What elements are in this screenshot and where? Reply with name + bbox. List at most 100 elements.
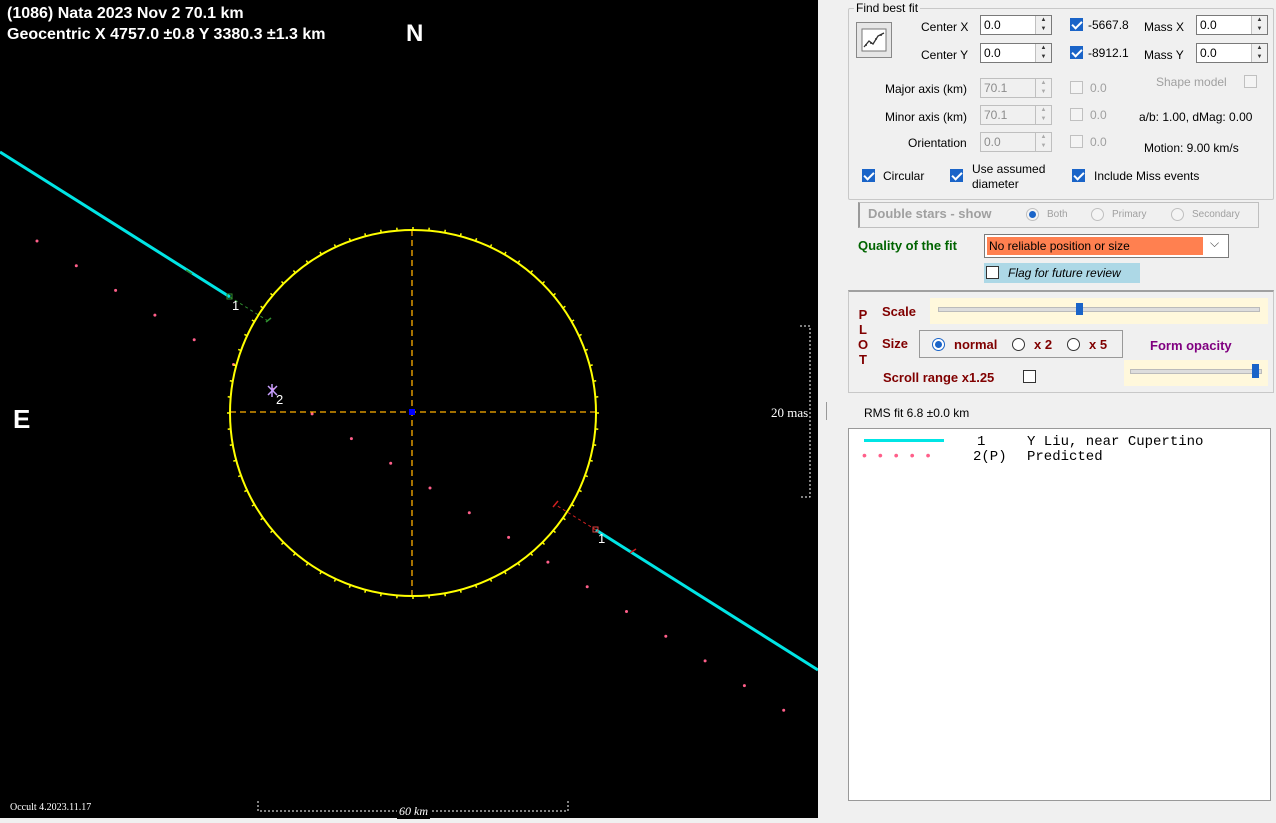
occultation-plot[interactable]: (1086) Nata 2023 Nov 2 70.1 km Geocentri… [0, 0, 818, 819]
profile-tick [305, 562, 309, 566]
quality-label: Quality of the fit [858, 238, 957, 253]
mass-x-value: 0.0 [1200, 18, 1217, 32]
predicted-dot [428, 486, 432, 490]
center-y-value: 0.0 [984, 46, 1001, 60]
east-label: E [13, 404, 31, 434]
mass-y-input[interactable]: 0.0 ▲ ▼ [1196, 43, 1268, 63]
orientation-label: Orientation [908, 136, 967, 150]
size-normal-label: normal [954, 337, 998, 352]
fix-major-checkbox[interactable] [1070, 81, 1083, 94]
major-axis-input[interactable]: 70.1 ▲ ▼ [980, 78, 1052, 98]
mass-x-input[interactable]: 0.0 ▲ ▼ [1196, 15, 1268, 35]
profile-tick [584, 474, 589, 478]
plot-letter-p: P [858, 307, 868, 322]
chord-2-label: 2 [276, 392, 284, 407]
form-opacity-label: Form opacity [1150, 338, 1232, 353]
predicted-dot [114, 288, 118, 292]
profile-tick [364, 233, 367, 237]
predicted-dot [467, 511, 471, 515]
circular-checkbox[interactable] [862, 169, 875, 182]
form-opacity-slider[interactable] [1124, 360, 1268, 386]
orientation-input[interactable]: 0.0 ▲ ▼ [980, 132, 1052, 152]
shape-model-checkbox[interactable] [1244, 75, 1257, 88]
scale-km-label: 60 km [397, 804, 430, 819]
major-axis-spinner[interactable]: ▲ ▼ [1035, 79, 1051, 97]
profile-tick [562, 305, 566, 309]
profile-tick [260, 305, 264, 309]
scale-slider[interactable] [930, 298, 1268, 324]
profile-tick [260, 517, 264, 521]
scale-slider-thumb[interactable] [1076, 303, 1083, 315]
size-x5-radio[interactable] [1067, 338, 1080, 351]
include-miss-label: Include Miss events [1094, 169, 1200, 183]
center-y-spinner[interactable]: ▲ ▼ [1035, 44, 1051, 62]
double-secondary-radio[interactable] [1171, 208, 1184, 221]
legend-name-1: Y Liu, near Cupertino [1027, 434, 1204, 450]
quality-select[interactable]: No reliable position or size ⌵ [984, 234, 1229, 258]
orientation-spinner[interactable]: ▲ ▼ [1035, 133, 1051, 151]
size-x5-label: x 5 [1089, 337, 1108, 352]
profile-tick [530, 270, 534, 274]
minor-axis-input[interactable]: 70.1 ▲ ▼ [980, 105, 1052, 125]
fix-center-y-checkbox[interactable] [1070, 46, 1083, 59]
splitter-handle[interactable] [826, 402, 827, 420]
predicted-dot [507, 535, 511, 539]
plot-vertical-label: P L O T [856, 307, 870, 367]
plot-letter-l: L [859, 322, 867, 337]
profile-tick [229, 444, 233, 447]
profile-tick [444, 229, 447, 233]
predicted-dot [664, 634, 668, 638]
version-label: Occult 4.2023.11.17 [10, 802, 92, 813]
profile-tick [237, 474, 242, 478]
profile-tick [292, 552, 296, 556]
flag-review-checkbox[interactable] [986, 266, 999, 279]
center-x-value: 0.0 [984, 18, 1001, 32]
legend-line-observed [864, 439, 944, 442]
fix-center-x-checkbox[interactable] [1070, 18, 1083, 31]
fix-orientation-checkbox[interactable] [1070, 135, 1083, 148]
use-assumed-line1: Use assumed [972, 162, 1046, 176]
profile-tick [379, 593, 382, 597]
use-assumed-diameter-checkbox[interactable] [950, 169, 963, 182]
circular-label: Circular [883, 169, 925, 183]
predicted-path [35, 239, 786, 712]
minor-axis-spinner[interactable]: ▲ ▼ [1035, 106, 1051, 124]
mass-x-spinner[interactable]: ▲ ▼ [1251, 16, 1267, 34]
legend-num-1: 1 [977, 434, 986, 450]
scroll-range-checkbox[interactable] [1023, 370, 1036, 383]
use-assumed-line2: diameter [972, 177, 1019, 191]
profile-tick [459, 589, 462, 593]
chord-1-label-west: 1 [232, 298, 240, 313]
orientation-value: 0.0 [984, 135, 1001, 149]
scroll-range-label: Scroll range x1.25 [883, 370, 995, 385]
predicted-dot [703, 659, 707, 663]
profile-tick [552, 530, 556, 534]
fix-minor-checkbox[interactable] [1070, 108, 1083, 121]
include-miss-checkbox[interactable] [1072, 169, 1085, 182]
predicted-dot [389, 461, 393, 465]
predicted-dot [153, 313, 157, 317]
profile-tick [229, 379, 233, 382]
double-primary-radio[interactable] [1091, 208, 1104, 221]
double-primary-label: Primary [1112, 209, 1147, 220]
size-x2-radio[interactable] [1012, 338, 1025, 351]
center-x-input[interactable]: 0.0 ▲ ▼ [980, 15, 1052, 35]
shape-model-label: Shape model [1156, 75, 1227, 89]
quality-selected-value: No reliable position or size [987, 237, 1203, 255]
profile-tick [584, 348, 589, 352]
predicted-dot [192, 338, 196, 342]
control-panel: Find best fit Center X 0.0 ▲ ▼ Center Y 0.… [818, 0, 1276, 823]
double-both-radio[interactable] [1026, 208, 1039, 221]
size-normal-radio[interactable] [932, 338, 945, 351]
center-y-input[interactable]: 0.0 ▲ ▼ [980, 43, 1052, 63]
find-best-fit-button[interactable] [856, 22, 892, 58]
profile-tick [292, 270, 296, 274]
observers-legend[interactable]: 1 Y Liu, near Cupertino ••••• 2(P) Predi… [848, 428, 1271, 801]
opacity-slider-thumb[interactable] [1252, 364, 1259, 378]
profile-tick [552, 292, 556, 296]
plot-canvas [0, 150, 818, 812]
geocentric-line: Geocentric X 4757.0 ±0.8 Y 3380.3 ±1.3 k… [7, 26, 326, 43]
predicted-dot [782, 708, 786, 712]
mass-y-spinner[interactable]: ▲ ▼ [1251, 44, 1267, 62]
center-x-spinner[interactable]: ▲ ▼ [1035, 16, 1051, 34]
